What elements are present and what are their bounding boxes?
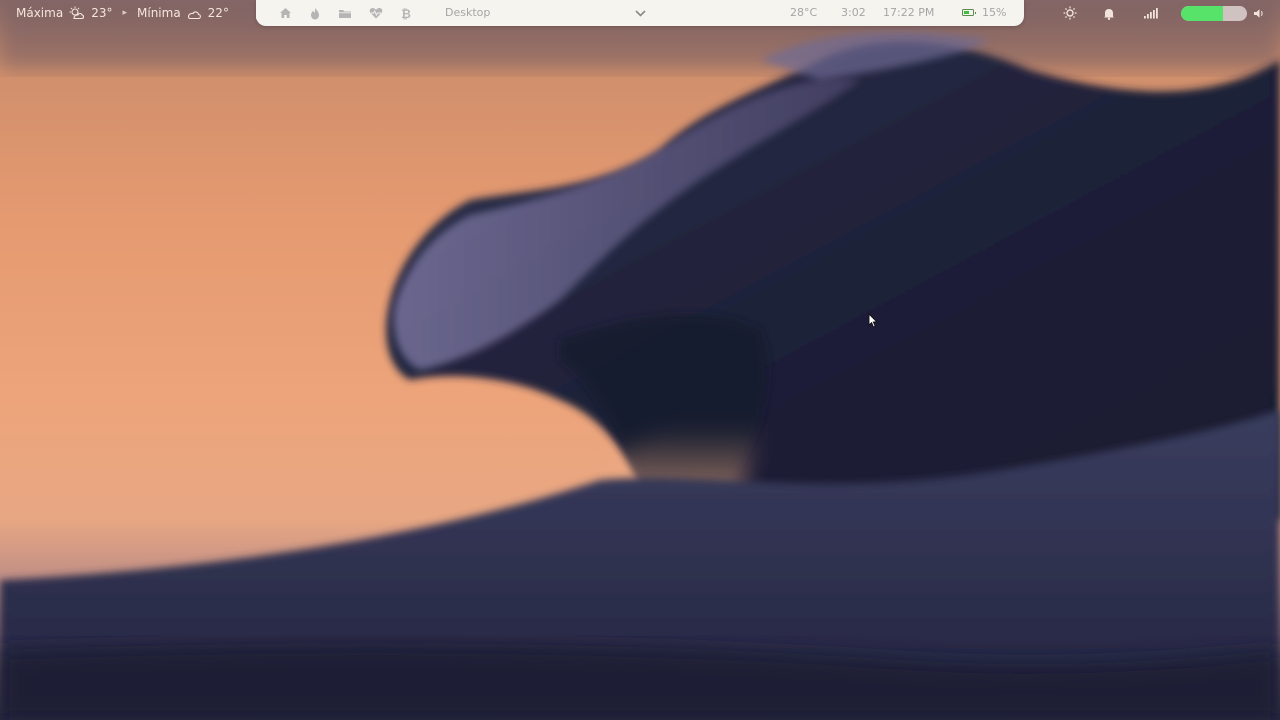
home-icon[interactable] [275, 0, 295, 26]
brightness-icon[interactable] [1062, 5, 1078, 21]
battery-icon [962, 9, 976, 16]
partly-sunny-icon [69, 6, 85, 21]
timer-display[interactable]: 3:02 [841, 0, 866, 26]
max-temp-label: Máxima [16, 6, 64, 20]
svg-text:₿: ₿ [401, 7, 411, 20]
battery-level-fill [964, 11, 969, 14]
clock[interactable]: 17:22 PM [883, 0, 934, 26]
volume-icon[interactable] [1252, 5, 1266, 21]
min-temp-value: 22° [207, 6, 229, 20]
mouse-cursor-icon [868, 312, 878, 332]
cloud-icon [187, 6, 202, 20]
folder-icon[interactable] [335, 0, 355, 26]
battery-percent[interactable]: 15% [982, 0, 1006, 26]
bitcoin-icon[interactable]: ₿ [396, 0, 416, 26]
cpu-temperature: 28°C [790, 6, 818, 19]
flame-icon[interactable] [305, 0, 325, 26]
workspace-label[interactable]: Desktop [445, 0, 490, 26]
min-temp-label: Mínima [137, 6, 181, 20]
max-temp-value: 23° [91, 6, 113, 20]
chevron-down-icon[interactable] [630, 0, 650, 26]
desktop: Máxima 23° ▸ Mínima 22° ₿ Desktop 28°C 3… [0, 0, 1280, 720]
separator-arrow-icon: ▸ [122, 8, 127, 18]
volume-slider[interactable] [1181, 6, 1247, 21]
volume-slider-fill [1181, 6, 1223, 21]
weather-widget[interactable]: Máxima 23° ▸ Mínima 22° [16, 5, 266, 21]
heart-pulse-icon[interactable] [366, 0, 386, 26]
top-panel: ₿ Desktop 28°C 3:02 17:22 PM 15% [256, 0, 1024, 26]
signal-icon[interactable] [1142, 5, 1158, 21]
wallpaper-image [0, 0, 1280, 720]
bell-icon[interactable] [1102, 5, 1116, 21]
